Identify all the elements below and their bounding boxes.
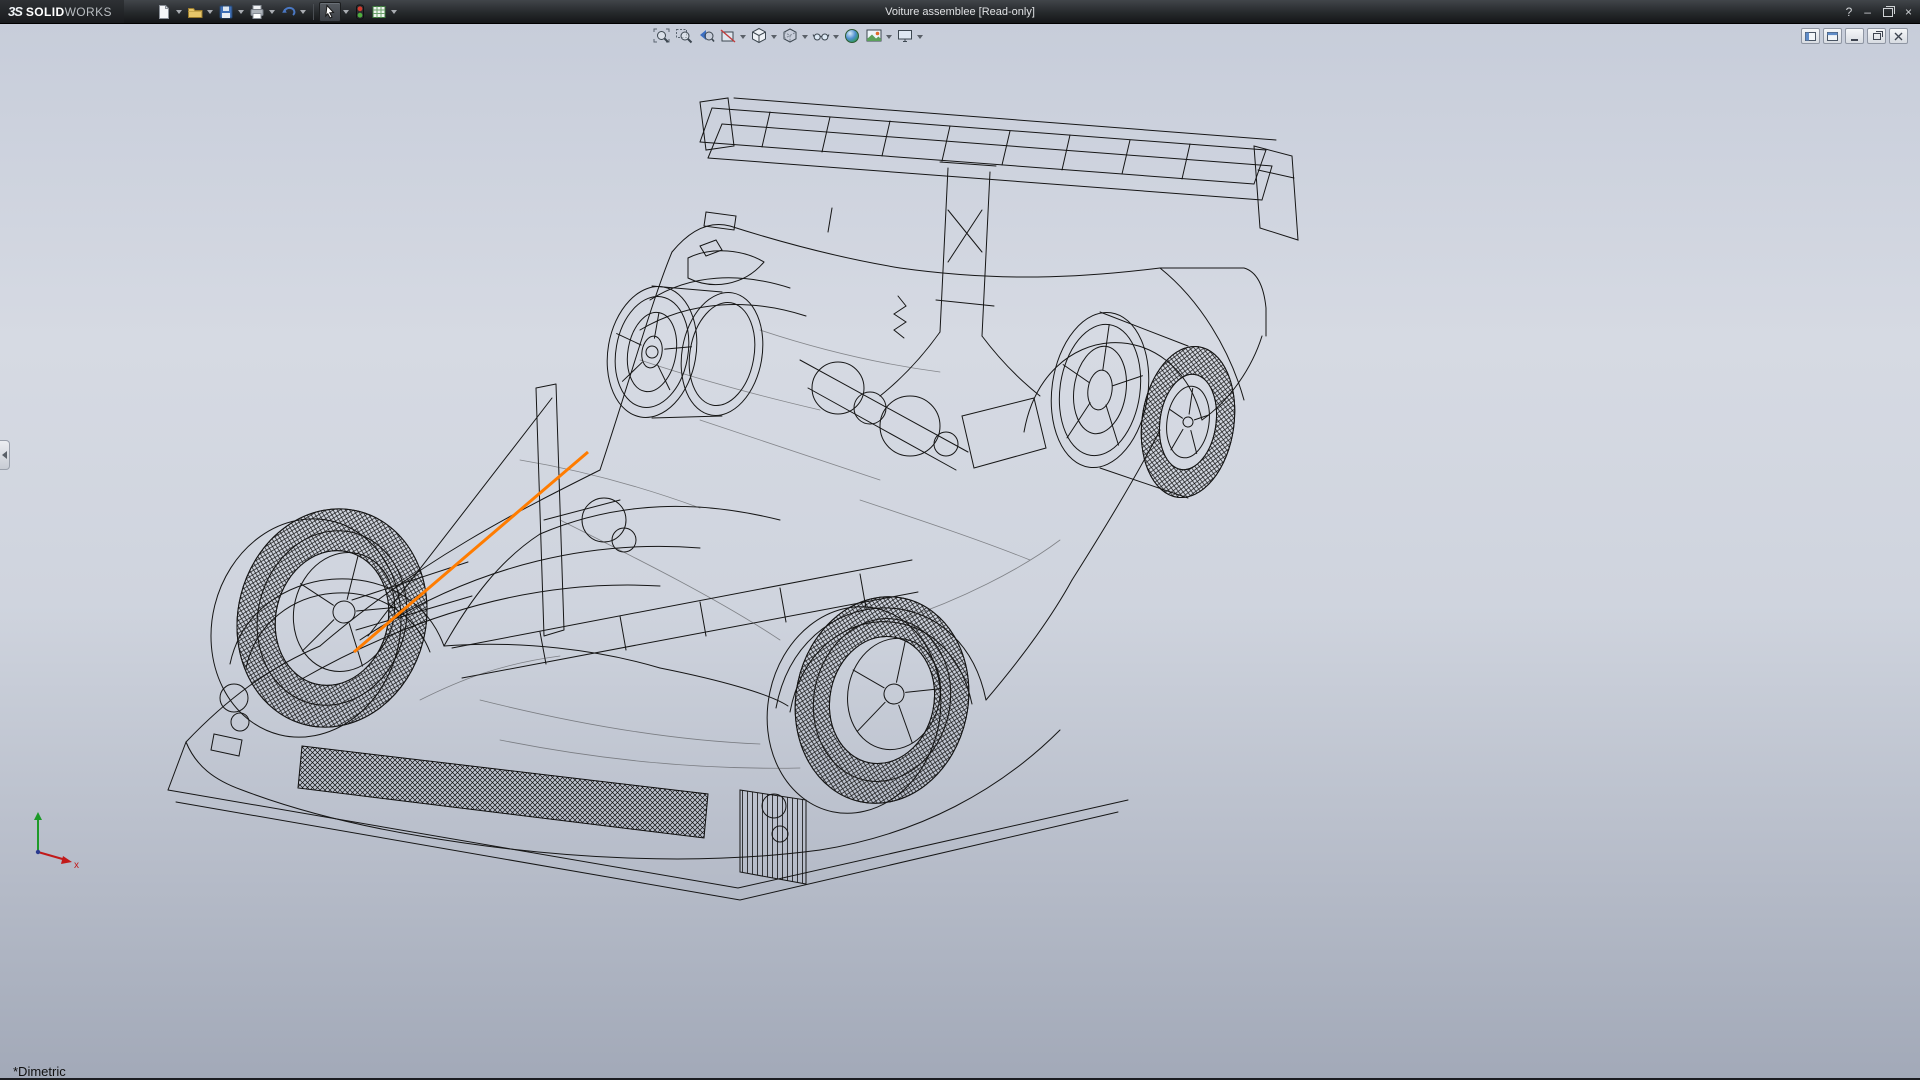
rear-right-inner-wheel (1042, 306, 1159, 474)
display-style-dropdown-caret[interactable] (802, 35, 808, 42)
section-view-button[interactable] (718, 26, 738, 46)
new-document-icon (156, 4, 172, 20)
zoom-to-fit-button[interactable] (652, 26, 672, 46)
select-tool-button[interactable] (319, 2, 341, 22)
view-orientation-label: *Dimetric (13, 1064, 66, 1079)
view-settings-button[interactable] (895, 26, 915, 46)
save-button[interactable] (216, 2, 236, 22)
rebuild-traffic-light-icon (354, 4, 366, 20)
view-settings-dropdown-caret[interactable] (917, 35, 923, 42)
chevron-left-icon (0, 451, 7, 459)
doc-close-button[interactable] (1889, 28, 1908, 44)
save-dropdown-caret[interactable] (238, 10, 244, 17)
task-pane-right-button[interactable] (1823, 28, 1842, 44)
task-pane-left-button[interactable] (1801, 28, 1820, 44)
rear-right-tire (1132, 340, 1244, 503)
print-button[interactable] (247, 2, 267, 22)
task-pane-right-icon (1827, 32, 1838, 41)
open-icon (187, 4, 203, 20)
undo-button[interactable] (278, 2, 298, 22)
view-orientation-dropdown-caret[interactable] (771, 35, 777, 42)
apply-scene-button[interactable] (864, 26, 884, 46)
print-icon (249, 4, 265, 20)
display-style-icon (781, 27, 799, 45)
triad-x-label: x (74, 860, 79, 871)
edit-appearance-button[interactable] (842, 26, 862, 46)
zoom-to-area-icon (675, 27, 693, 45)
help-button[interactable]: ? (1846, 6, 1853, 18)
rebuild-button[interactable] (352, 2, 368, 22)
hide-show-items-glasses-icon (812, 27, 830, 45)
toolbar-separator (313, 4, 314, 20)
apply-scene-dropdown-caret[interactable] (886, 35, 892, 42)
select-cursor-icon (322, 4, 338, 20)
logo-text-works: WORKS (65, 5, 112, 19)
undo-icon (280, 4, 296, 20)
view-orientation-button[interactable] (749, 26, 769, 46)
rear-left-tire (776, 580, 987, 819)
open-dropdown-caret[interactable] (207, 10, 213, 17)
doc-close-icon (1894, 32, 1903, 41)
heads-up-view-toolbar (652, 26, 924, 46)
hide-show-items-button[interactable] (811, 26, 831, 46)
print-dropdown-caret[interactable] (269, 10, 275, 17)
previous-view-button[interactable] (696, 26, 716, 46)
doc-restore-button[interactable] (1867, 28, 1886, 44)
front-left-tire (214, 488, 450, 747)
window-controls: ? – × (1846, 0, 1912, 24)
doc-minimize-button[interactable] (1845, 28, 1864, 44)
zoom-to-area-button[interactable] (674, 26, 694, 46)
graphics-area[interactable]: x *Dimetric (0, 24, 1920, 1080)
solidworks-logo: 3S SOLIDWORKS (0, 0, 124, 23)
feature-manager-collapse-tab[interactable] (0, 440, 10, 470)
display-style-button[interactable] (780, 26, 800, 46)
save-icon (218, 4, 234, 20)
apply-scene-icon (865, 27, 883, 45)
window-title: Voiture assemblee [Read-only] (885, 6, 1035, 18)
design-table-button[interactable] (369, 2, 389, 22)
undo-dropdown-caret[interactable] (300, 10, 306, 17)
restore-button[interactable] (1883, 8, 1893, 17)
titlebar: 3S SOLIDWORKS (0, 0, 1920, 24)
view-orientation-cube-icon (750, 27, 768, 45)
doc-restore-icon (1873, 33, 1881, 40)
zoom-to-fit-icon (653, 27, 671, 45)
previous-view-icon (697, 27, 715, 45)
view-settings-monitor-icon (896, 27, 914, 45)
logo-text-solid: SOLID (26, 5, 65, 19)
open-button[interactable] (185, 2, 205, 22)
new-dropdown-caret[interactable] (176, 10, 182, 17)
close-button[interactable]: × (1905, 6, 1912, 18)
edit-appearance-sphere-icon (843, 27, 861, 45)
document-window-controls (1801, 28, 1908, 44)
section-view-dropdown-caret[interactable] (740, 35, 746, 42)
section-view-icon (719, 27, 737, 45)
hide-show-dropdown-caret[interactable] (833, 35, 839, 42)
quick-access-toolbar (154, 2, 399, 22)
orientation-triad: x (16, 808, 86, 872)
new-document-button[interactable] (154, 2, 174, 22)
wireframe-body (168, 98, 1298, 900)
design-table-dropdown-caret[interactable] (391, 10, 397, 17)
dassault-logo-icon: 3S (8, 4, 22, 19)
minimize-button[interactable]: – (1864, 6, 1871, 18)
design-table-icon (371, 4, 387, 20)
select-dropdown-caret[interactable] (343, 10, 349, 17)
doc-minimize-icon (1851, 39, 1858, 41)
task-pane-left-icon (1805, 32, 1816, 41)
car-wireframe-drawing[interactable] (0, 24, 1920, 1080)
